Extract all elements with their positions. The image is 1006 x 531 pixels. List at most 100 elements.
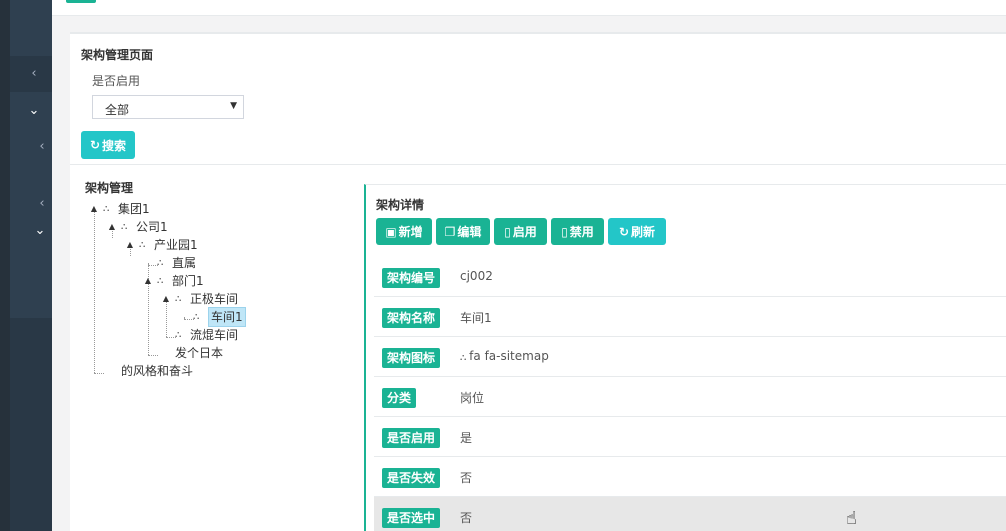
page-title: 架构管理页面 [81,48,154,62]
tree-node-label: 直属 [172,256,197,270]
tree-node[interactable]: ⛬ 流焜车间 [160,326,238,344]
hand-cursor-icon: ☝ [846,508,857,529]
tree-node-label: 集团1 [118,202,150,216]
collapse-icon[interactable]: ▲ [88,200,100,218]
tree-node[interactable]: ▲ ⛬ 正极车间 [160,290,238,308]
icon-class-value: fa fa-sitemap [469,349,549,363]
collapse-icon[interactable]: ▲ [142,272,154,290]
tree-node[interactable]: ▲ ⛬ 产业园1 [124,236,198,254]
disable-button[interactable]: ▯ 禁用 [551,218,604,245]
row-value: 岗位 [460,391,485,405]
row-value: 否 [460,511,473,525]
row-label-badge: 架构编号 [382,268,441,288]
enabled-filter-label: 是否启用 [92,74,141,88]
save-icon: ▣ [385,224,397,239]
copy-icon: ❐ [444,224,456,239]
sitemap-icon: ⛬ [139,240,145,250]
detail-title: 架构详情 [376,198,425,212]
row-label-badge: 分类 [382,388,417,408]
tree-node-label: 流焜车间 [190,328,239,342]
sitemap-icon: ⛬ [157,258,163,268]
row-value: cj002 [460,269,493,283]
detail-row: 架构名称 车间1 [374,297,1006,337]
row-label-badge: 是否启用 [382,428,441,448]
detail-row: 架构图标 ⛬ fa fa-sitemap [374,337,1006,377]
tree-node-label: 车间1 [208,307,246,327]
tree-node-label: 产业园1 [154,238,198,252]
refresh-button-label: 刷新 [631,225,656,239]
disable-button-label: 禁用 [569,225,594,239]
tree-node[interactable]: ▲ ⛬ 部门1 [142,272,204,290]
tree-line [94,209,95,373]
tree-node[interactable]: ▲ ⛬ 公司1 [106,218,168,236]
sitemap-icon: ⛬ [193,312,199,322]
detail-rows: 架构编号 cj002 架构名称 车间1 架构图标 ⛬ fa fa-sitemap… [374,257,1006,531]
tree-node-label: 的风格和奋斗 [121,364,194,378]
tree-title: 架构管理 [85,181,134,195]
sidebar-lower [10,318,52,531]
enable-button[interactable]: ▯ 启用 [494,218,547,245]
tree-node-label: 发个日本 [175,346,224,360]
sitemap-icon: ⛬ [121,222,127,232]
detail-row: 架构编号 cj002 [374,257,1006,297]
sidebar: ‹ ⌄ ‹ ‹ ⌄ [0,0,52,531]
add-button-label: 新增 [398,225,423,239]
edit-button[interactable]: ❐ 编辑 [436,218,490,245]
sidebar-strip [0,0,10,531]
enabled-filter-select[interactable]: 全部 ▼ [92,95,244,119]
sitemap-icon: ⛬ [175,330,181,340]
collapse-icon[interactable]: ▲ [160,290,172,308]
tree-node-label: 部门1 [172,274,204,288]
trash-icon: ▯ [504,224,511,239]
search-button-label: 搜索 [102,138,127,153]
row-value: 车间1 [460,311,492,325]
chevron-down-icon[interactable]: ⌄ [24,104,44,118]
tree-node[interactable]: ⛬ 直属 [142,254,196,272]
top-bar [52,0,1006,16]
row-label-badge: 架构名称 [382,308,441,328]
chevron-left-icon[interactable]: ‹ [32,197,52,211]
tree-node[interactable]: 的风格和奋斗 [106,362,193,380]
main-panel: 架构管理页面 是否启用 全部 ▼ ↻ 搜索 架构管理 ▲ ⛬ 集团1 ▲ ⛬ 公… [70,32,1006,531]
row-value: ⛬ fa fa-sitemap [460,349,549,363]
detail-toolbar: ▣ 新增 ❐ 编辑 ▯ 启用 ▯ 禁用 ↻ 刷新 [376,218,666,245]
row-value: 否 [460,471,473,485]
trash-icon: ▯ [561,224,568,239]
refresh-icon: ↻ [618,224,630,239]
add-button[interactable]: ▣ 新增 [376,218,432,245]
detail-row: 是否失效 否 [374,457,1006,497]
tree-node[interactable]: ▲ ⛬ 集团1 [88,200,150,218]
row-label-badge: 是否选中 [382,508,441,528]
row-value: 是 [460,431,473,445]
detail-row: 分类 岗位 [374,377,1006,417]
detail-row: 是否启用 是 [374,417,1006,457]
refresh-button[interactable]: ↻ 刷新 [608,218,666,245]
sitemap-icon: ⛬ [175,294,181,304]
row-label-badge: 架构图标 [382,348,441,368]
tree-line [148,355,158,356]
tree-node[interactable]: 发个日本 [160,344,223,362]
detail-row-hovered: 是否选中 否 [374,497,1006,531]
top-tab-indicator[interactable] [66,0,96,3]
divider [70,164,1006,165]
edit-button-label: 编辑 [457,225,482,239]
enabled-filter-value: 全部 [105,103,130,117]
tree-line [94,373,104,374]
collapse-icon[interactable]: ▲ [106,218,118,236]
sitemap-icon: ⛬ [460,353,470,363]
enable-button-label: 启用 [512,225,537,239]
collapse-icon[interactable]: ▲ [124,236,136,254]
sitemap-icon: ⛬ [157,276,163,286]
search-button[interactable]: ↻ 搜索 [81,131,135,159]
chevron-left-icon[interactable]: ‹ [24,67,44,81]
sitemap-icon: ⛬ [103,204,109,214]
tree-node-label: 正极车间 [190,292,239,306]
tree-node-selected[interactable]: ⛬ 车间1 [178,307,246,327]
detail-panel: 架构详情 ▣ 新增 ❐ 编辑 ▯ 启用 ▯ 禁用 ↻ 刷新 架构编号 cj002… [364,184,1006,531]
caret-down-icon: ▼ [230,101,237,111]
row-label-badge: 是否失效 [382,468,441,488]
refresh-icon: ↻ [89,138,101,152]
chevron-left-icon[interactable]: ‹ [32,140,52,154]
tree-node-label: 公司1 [136,220,168,234]
chevron-down-icon[interactable]: ⌄ [30,224,50,238]
